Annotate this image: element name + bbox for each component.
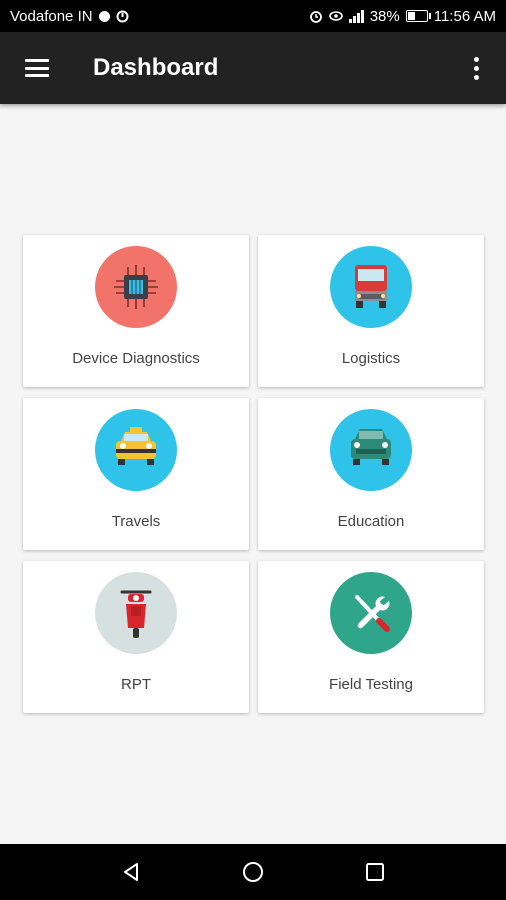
scooter-icon bbox=[95, 572, 177, 654]
tile-label: Field Testing bbox=[329, 676, 413, 693]
home-button[interactable] bbox=[233, 852, 273, 892]
more-vert-icon bbox=[473, 56, 479, 80]
tile-label: Travels bbox=[111, 513, 161, 530]
van-icon bbox=[330, 409, 412, 491]
notification-dot-icon bbox=[98, 10, 110, 22]
tile-label: Device Diagnostics bbox=[72, 350, 200, 367]
back-triangle-icon bbox=[124, 863, 138, 881]
overflow-menu-button[interactable] bbox=[446, 32, 506, 104]
hamburger-menu-icon bbox=[25, 59, 49, 77]
battery-icon bbox=[405, 10, 431, 22]
hamburger-menu-button[interactable] bbox=[0, 32, 74, 104]
signal-icon bbox=[348, 9, 364, 23]
truck-icon bbox=[330, 246, 412, 328]
tile-device-diagnostics[interactable]: Device Diagnostics bbox=[23, 235, 249, 387]
home-circle-icon bbox=[243, 862, 263, 882]
status-bar: Vodafone IN 38% 11:56 AM bbox=[0, 0, 506, 32]
tile-field-testing[interactable]: Field Testing bbox=[258, 561, 484, 713]
dashboard-grid: Device Diagnostics Logistics Travels Edu… bbox=[23, 235, 484, 713]
battery-percent: 38% bbox=[369, 7, 400, 25]
tile-travels[interactable]: Travels bbox=[23, 398, 249, 550]
alarm-icon bbox=[309, 11, 322, 23]
tools-icon bbox=[330, 572, 412, 654]
tile-label: Education bbox=[337, 513, 405, 530]
taxi-icon bbox=[95, 409, 177, 491]
tile-education[interactable]: Education bbox=[258, 398, 484, 550]
clock: 11:56 AM bbox=[433, 7, 496, 25]
chip-icon bbox=[95, 246, 177, 328]
tile-label: Logistics bbox=[341, 350, 401, 367]
recents-button[interactable] bbox=[355, 852, 395, 892]
recents-square-icon bbox=[366, 863, 384, 881]
back-button[interactable] bbox=[111, 852, 151, 892]
eye-comfort-icon bbox=[328, 11, 343, 21]
status-right: 38% 11:56 AM bbox=[309, 8, 496, 25]
tile-label: RPT bbox=[121, 676, 151, 693]
page-title: Dashboard bbox=[93, 54, 219, 81]
status-left: Vodafone IN bbox=[10, 8, 129, 25]
system-nav-bar bbox=[0, 844, 506, 900]
battery-fill bbox=[407, 12, 415, 20]
sync-icon bbox=[116, 10, 129, 22]
carrier-label: Vodafone IN bbox=[10, 7, 93, 25]
tile-rpt[interactable]: RPT bbox=[23, 561, 249, 713]
tile-logistics[interactable]: Logistics bbox=[258, 235, 484, 387]
app-bar: Dashboard bbox=[0, 32, 506, 104]
